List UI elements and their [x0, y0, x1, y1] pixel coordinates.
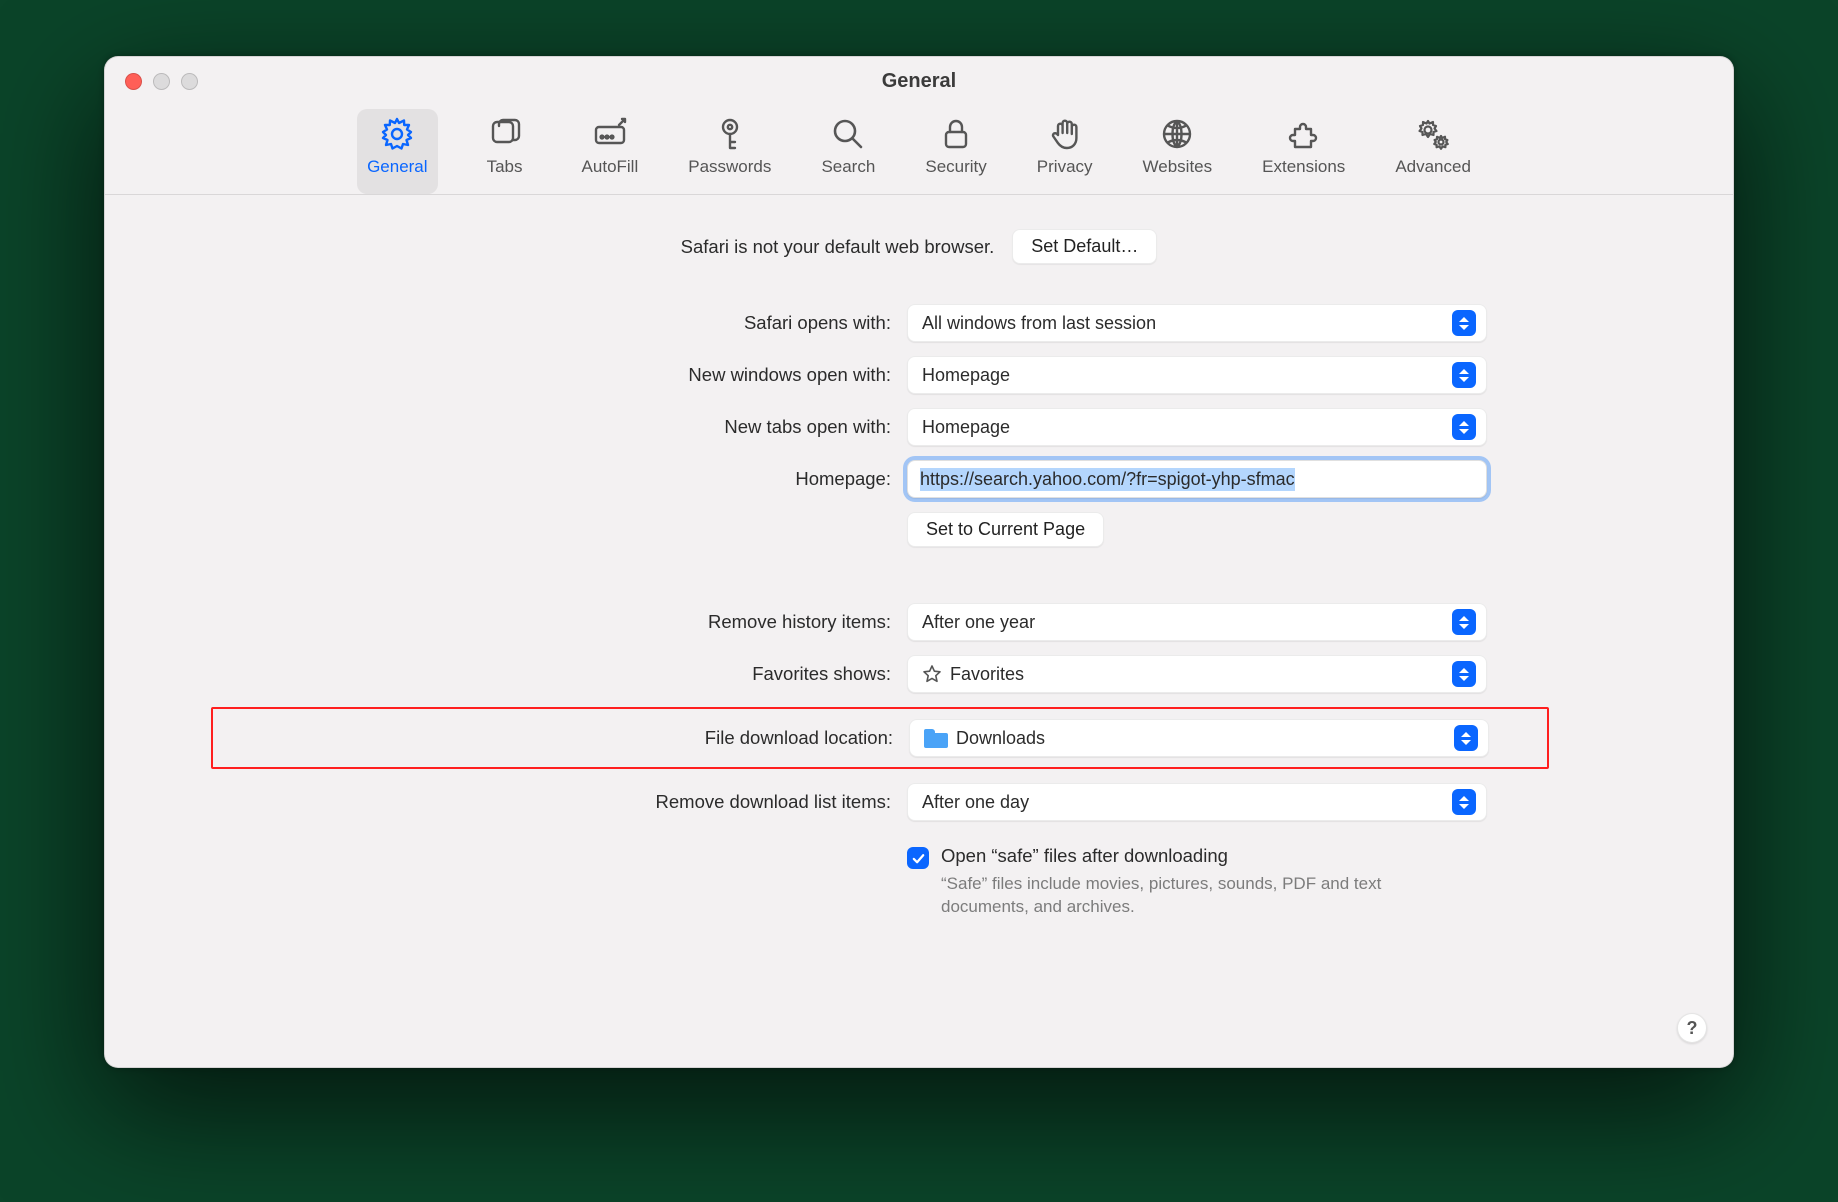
open-safe-files-checkbox[interactable]: [907, 847, 929, 869]
search-icon: [829, 115, 867, 153]
homepage-field[interactable]: https://search.yahoo.com/?fr=spigot-yhp-…: [907, 460, 1487, 498]
set-default-button[interactable]: Set Default…: [1012, 229, 1157, 264]
tab-label: General: [367, 157, 427, 177]
tab-label: Privacy: [1037, 157, 1093, 177]
lock-icon: [937, 115, 975, 153]
general-pane: Safari is not your default web browser. …: [105, 195, 1733, 949]
hand-icon: [1046, 115, 1084, 153]
popup-value: After one day: [922, 792, 1444, 813]
chevron-updown-icon: [1452, 661, 1476, 687]
remove-history-popup[interactable]: After one year: [907, 603, 1487, 641]
key-icon: [711, 115, 749, 153]
tab-advanced[interactable]: Advanced: [1385, 109, 1481, 194]
popup-value: After one year: [922, 612, 1444, 633]
open-safe-files-row: Open “safe” files after downloading “Saf…: [907, 845, 1487, 919]
checkmark-icon: [911, 851, 926, 866]
tab-websites[interactable]: Websites: [1133, 109, 1223, 194]
help-button[interactable]: ?: [1677, 1013, 1707, 1043]
tab-label: Search: [821, 157, 875, 177]
download-location-popup[interactable]: Downloads: [909, 719, 1489, 757]
chevron-updown-icon: [1452, 789, 1476, 815]
folder-icon: [924, 729, 948, 748]
download-location-label: File download location:: [353, 727, 893, 749]
tab-label: Advanced: [1395, 157, 1471, 177]
popup-value: All windows from last session: [922, 313, 1444, 334]
tab-label: Security: [925, 157, 986, 177]
tab-label: Extensions: [1262, 157, 1345, 177]
tabs-icon: [486, 115, 524, 153]
popup-value: Homepage: [922, 417, 1444, 438]
popup-value: Downloads: [956, 728, 1446, 749]
star-icon: [922, 664, 942, 684]
set-current-page-button[interactable]: Set to Current Page: [907, 512, 1104, 547]
new-tabs-popup[interactable]: Homepage: [907, 408, 1487, 446]
new-windows-label: New windows open with:: [351, 364, 891, 386]
tab-autofill[interactable]: AutoFill: [572, 109, 649, 194]
opens-with-label: Safari opens with:: [351, 312, 891, 334]
chevron-updown-icon: [1454, 725, 1478, 751]
chevron-updown-icon: [1452, 609, 1476, 635]
tab-general[interactable]: General: [357, 109, 437, 194]
download-location-highlight: File download location: Downloads: [211, 707, 1549, 769]
minimize-window-button[interactable]: [153, 73, 170, 90]
remove-history-label: Remove history items:: [351, 611, 891, 633]
homepage-label: Homepage:: [351, 468, 891, 490]
new-windows-popup[interactable]: Homepage: [907, 356, 1487, 394]
tab-extensions[interactable]: Extensions: [1252, 109, 1355, 194]
default-browser-message: Safari is not your default web browser.: [681, 236, 995, 258]
window-controls: [125, 73, 198, 90]
tab-search[interactable]: Search: [811, 109, 885, 194]
gear-icon: [378, 115, 416, 153]
homepage-value: https://search.yahoo.com/?fr=spigot-yhp-…: [920, 468, 1295, 491]
tab-label: AutoFill: [582, 157, 639, 177]
preferences-window: General General Tabs AutoFill Passwords …: [104, 56, 1734, 1068]
tab-passwords[interactable]: Passwords: [678, 109, 781, 194]
popup-value: Homepage: [922, 365, 1444, 386]
tab-label: Tabs: [487, 157, 523, 177]
close-window-button[interactable]: [125, 73, 142, 90]
remove-downloads-popup[interactable]: After one day: [907, 783, 1487, 821]
titlebar: General: [105, 57, 1733, 105]
globe-icon: [1158, 115, 1196, 153]
open-safe-files-label: Open “safe” files after downloading: [941, 845, 1421, 867]
gears-icon: [1414, 115, 1452, 153]
remove-downloads-label: Remove download list items:: [351, 791, 891, 813]
popup-value: Favorites: [950, 664, 1444, 685]
tab-label: Passwords: [688, 157, 771, 177]
tab-tabs[interactable]: Tabs: [468, 109, 542, 194]
opens-with-popup[interactable]: All windows from last session: [907, 304, 1487, 342]
favorites-label: Favorites shows:: [351, 663, 891, 685]
chevron-updown-icon: [1452, 414, 1476, 440]
zoom-window-button[interactable]: [181, 73, 198, 90]
chevron-updown-icon: [1452, 362, 1476, 388]
chevron-updown-icon: [1452, 310, 1476, 336]
window-title: General: [105, 70, 1733, 93]
open-safe-files-note: “Safe” files include movies, pictures, s…: [941, 873, 1421, 919]
favorites-popup[interactable]: Favorites: [907, 655, 1487, 693]
tab-privacy[interactable]: Privacy: [1027, 109, 1103, 194]
tab-security[interactable]: Security: [915, 109, 996, 194]
new-tabs-label: New tabs open with:: [351, 416, 891, 438]
preferences-toolbar: General Tabs AutoFill Passwords Search S…: [105, 105, 1733, 195]
puzzle-icon: [1285, 115, 1323, 153]
tab-label: Websites: [1143, 157, 1213, 177]
help-icon: ?: [1687, 1018, 1698, 1039]
default-browser-row: Safari is not your default web browser. …: [145, 229, 1693, 264]
autofill-icon: [591, 115, 629, 153]
